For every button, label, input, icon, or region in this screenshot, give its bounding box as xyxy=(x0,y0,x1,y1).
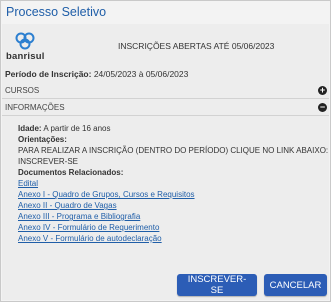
info-details: Idade: A partir de 16 anos Orientações: … xyxy=(18,123,329,244)
dialog-content: banrisul INSCRIÇÕES ABERTAS ATÉ 05/06/20… xyxy=(2,24,329,300)
plus-circle-icon[interactable]: + xyxy=(318,85,327,95)
section-informacoes[interactable]: INFORMAÇÕES − xyxy=(5,101,327,113)
minus-circle-icon[interactable]: − xyxy=(318,102,327,112)
period-value: 24/05/2023 à 05/06/2023 xyxy=(93,69,189,79)
header: banrisul INSCRIÇÕES ABERTAS ATÉ 05/06/20… xyxy=(2,24,329,66)
section-cursos-label: CURSOS xyxy=(5,85,40,95)
cancel-button[interactable]: CANCELAR xyxy=(264,274,327,296)
logo-text: banrisul xyxy=(6,51,45,62)
document-link-anexo-v[interactable]: Anexo V - Formulário de autodeclaração xyxy=(18,233,318,244)
document-link-anexo-iii[interactable]: Anexo III - Programa e Bibliografia xyxy=(18,211,318,222)
document-link-anexo-ii[interactable]: Anexo II - Quadro de Vagas xyxy=(18,200,318,211)
period-label: Período de Inscrição: xyxy=(5,69,92,79)
divider xyxy=(2,98,329,99)
dialog-title: Processo Seletivo xyxy=(1,1,330,23)
document-link-anexo-i[interactable]: Anexo I - Quadro de Grupos, Cursos e Req… xyxy=(18,189,318,200)
banrisul-logo-icon xyxy=(15,32,35,50)
age-line: Idade: A partir de 16 anos xyxy=(18,123,318,134)
orientation-subscribe-text: INSCREVER-SE xyxy=(18,157,79,166)
registration-open-text: INSCRIÇÕES ABERTAS ATÉ 05/06/2023 xyxy=(118,41,275,51)
documents-label: Documentos Relacionados: xyxy=(18,168,124,177)
banrisul-logo: banrisul xyxy=(6,32,46,66)
section-cursos[interactable]: CURSOS + xyxy=(5,84,327,96)
orientation-label: Orientações: xyxy=(18,135,67,144)
process-dialog: Processo Seletivo banrisul INSCRIÇÕES AB… xyxy=(0,0,331,302)
document-link-edital[interactable]: Edital xyxy=(18,178,318,189)
divider xyxy=(2,115,329,116)
document-link-anexo-iv[interactable]: Anexo IV - Formulário de Requerimento xyxy=(18,222,318,233)
age-label: Idade: xyxy=(18,124,42,133)
registration-period: Período de Inscrição: 24/05/2023 à 05/06… xyxy=(5,69,188,79)
orientation-text: PARA REALIZAR A INSCRIÇÃO (DENTRO DO PER… xyxy=(18,146,329,155)
section-informacoes-label: INFORMAÇÕES xyxy=(5,102,65,112)
age-value: A partir de 16 anos xyxy=(43,124,111,133)
subscribe-button[interactable]: INSCREVER-SE xyxy=(177,274,257,296)
